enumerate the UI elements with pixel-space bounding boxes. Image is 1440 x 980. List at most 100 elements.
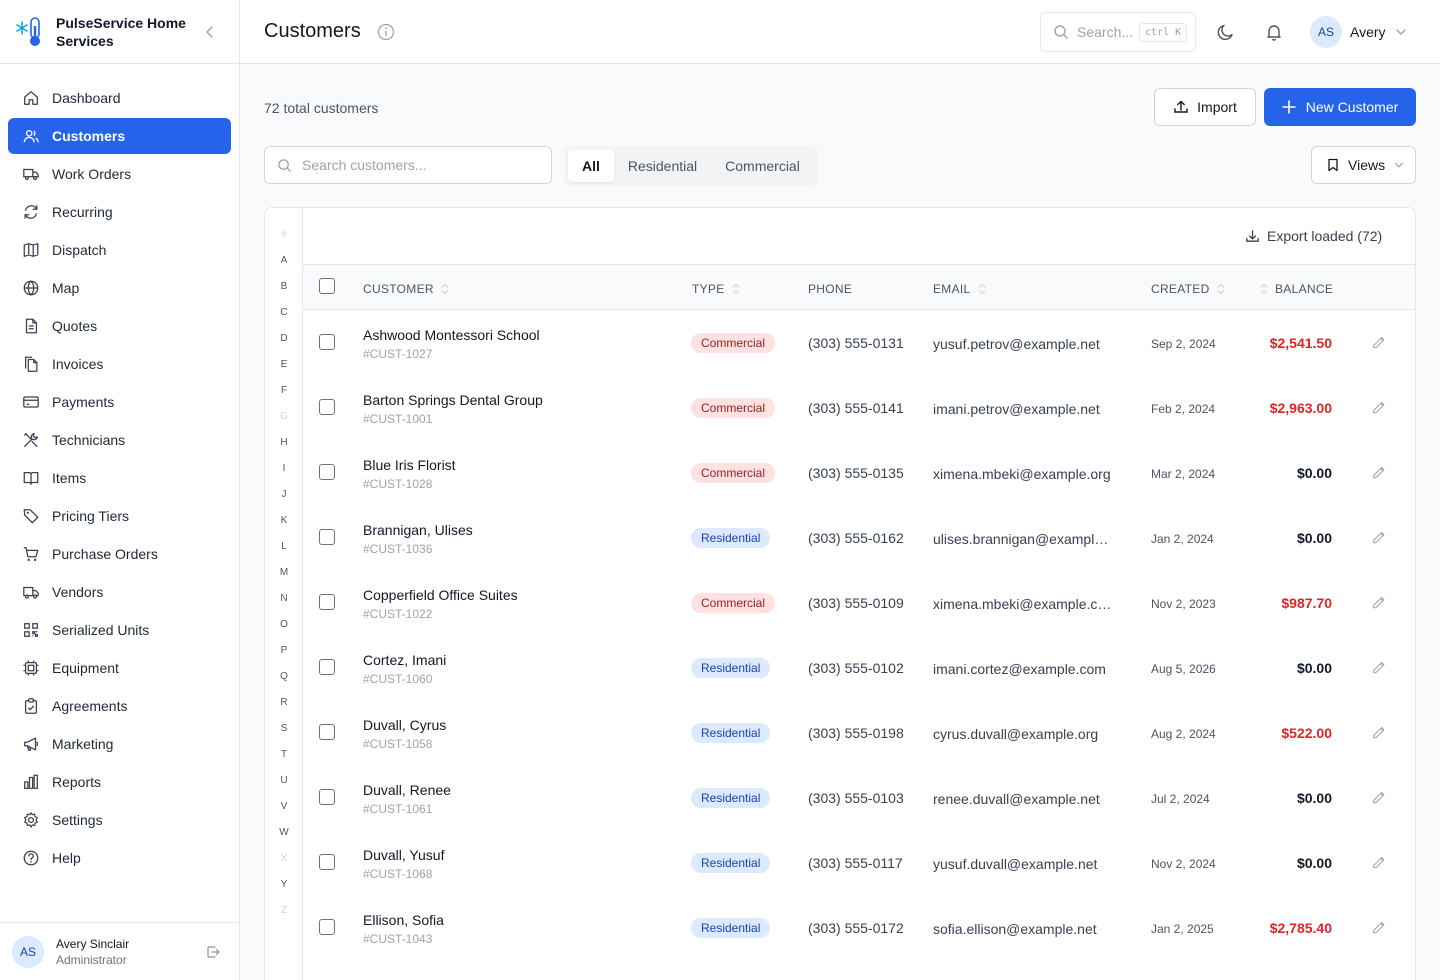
bell-icon[interactable] [1264,22,1284,42]
alphabet-letter[interactable]: J [265,489,303,500]
moon-icon[interactable] [1216,22,1236,42]
avatar[interactable]: AS [12,935,44,968]
row-checkbox[interactable] [319,919,335,935]
table-row[interactable]: Duvall, Yusuf #CUST-1068 Residential (303) … [303,830,1415,895]
table-row[interactable]: Duvall, Renee #CUST-1061 Residential (303) … [303,765,1415,830]
pencil-icon[interactable] [1371,529,1387,545]
global-search-input[interactable]: Search... ctrl K [1040,12,1196,52]
alphabet-letter[interactable]: B [265,281,303,292]
pencil-icon[interactable] [1371,464,1387,480]
table-row[interactable]: Duvall, Cyrus #CUST-1058 Residential (303) … [303,700,1415,765]
alphabet-letter[interactable]: K [265,515,303,526]
table-row[interactable]: Ellison, Sofia #CUST-1043 Residential (303)… [303,895,1415,960]
column-email[interactable]: EMAIL [933,282,987,296]
customer-name[interactable]: Cortez, Imani [363,652,446,668]
sidebar-item-equipment[interactable]: Equipment [8,650,231,686]
alphabet-letter[interactable]: C [265,307,303,318]
alphabet-letter[interactable]: R [265,697,303,708]
pencil-icon[interactable] [1371,399,1387,415]
row-checkbox[interactable] [319,724,335,740]
row-checkbox[interactable] [319,659,335,675]
alphabet-letter[interactable]: E [265,359,303,370]
alphabet-letter[interactable]: W [265,827,303,838]
customer-name[interactable]: Blue Iris Florist [363,457,456,473]
customer-name[interactable]: Copperfield Office Suites [363,587,518,603]
table-row[interactable]: Ashwood Montessori School #CUST-1027 Comme… [303,310,1415,375]
customer-name[interactable]: Duvall, Renee [363,782,451,798]
alphabet-letter[interactable]: I [265,463,303,474]
sidebar-item-payments[interactable]: Payments [8,384,231,420]
alphabet-letter[interactable]: D [265,333,303,344]
row-checkbox[interactable] [319,529,335,545]
row-checkbox[interactable] [319,399,335,415]
sidebar-item-customers[interactable]: Customers [8,118,231,154]
alphabet-letter[interactable]: S [265,723,303,734]
alphabet-letter[interactable]: L [265,541,303,552]
import-button[interactable]: Import [1154,88,1256,126]
filter-all[interactable]: All [568,150,614,182]
sidebar-item-items[interactable]: Items [8,460,231,496]
pencil-icon[interactable] [1371,854,1387,870]
user-menu[interactable]: AS Avery [1310,16,1408,48]
customer-name[interactable]: Ellison, Sofia [363,912,444,928]
sidebar-item-recurring[interactable]: Recurring [8,194,231,230]
table-row[interactable]: Copperfield Office Suites #CUST-1022 Comme… [303,570,1415,635]
alphabet-letter[interactable]: Y [265,879,303,890]
sidebar-item-technicians[interactable]: Technicians [8,422,231,458]
table-row[interactable]: Barton Springs Dental Group #CUST-1001 Com… [303,375,1415,440]
sidebar-item-work-orders[interactable]: Work Orders [8,156,231,192]
row-checkbox[interactable] [319,594,335,610]
alphabet-letter[interactable]: H [265,437,303,448]
sidebar-item-quotes[interactable]: Quotes [8,308,231,344]
alphabet-letter[interactable]: A [265,255,303,266]
sidebar-item-agreements[interactable]: Agreements [8,688,231,724]
sidebar-item-help[interactable]: Help [8,840,231,876]
customer-name[interactable]: Barton Springs Dental Group [363,392,543,408]
new-customer-button[interactable]: New Customer [1264,88,1416,126]
pencil-icon[interactable] [1371,334,1387,350]
info-icon[interactable] [377,23,395,41]
row-checkbox[interactable] [319,464,335,480]
table-row[interactable]: Cortez, Imani #CUST-1060 Residential (303) … [303,635,1415,700]
filter-residential[interactable]: Residential [614,150,711,182]
alphabet-letter[interactable]: V [265,801,303,812]
customer-name[interactable]: Duvall, Yusuf [363,847,444,863]
sidebar-item-marketing[interactable]: Marketing [8,726,231,762]
alphabet-letter[interactable]: P [265,645,303,656]
sidebar-item-dashboard[interactable]: Dashboard [8,80,231,116]
pencil-icon[interactable] [1371,789,1387,805]
collapse-sidebar-icon[interactable] [203,24,217,40]
row-checkbox[interactable] [319,854,335,870]
customer-search-input[interactable]: Search customers... [264,146,552,184]
table-row[interactable]: Blue Iris Florist #CUST-1028 Commercial (30… [303,440,1415,505]
alphabet-letter[interactable]: O [265,619,303,630]
sidebar-item-settings[interactable]: Settings [8,802,231,838]
sidebar-item-reports[interactable]: Reports [8,764,231,800]
alphabet-letter[interactable]: Q [265,671,303,682]
filter-commercial[interactable]: Commercial [711,150,814,182]
customer-name[interactable]: Duvall, Cyrus [363,717,446,733]
sidebar-item-vendors[interactable]: Vendors [8,574,231,610]
pencil-icon[interactable] [1371,594,1387,610]
sidebar-item-purchase-orders[interactable]: Purchase Orders [8,536,231,572]
pencil-icon[interactable] [1371,724,1387,740]
alphabet-letter[interactable]: F [265,385,303,396]
alphabet-letter[interactable]: M [265,567,303,578]
export-button[interactable]: Export loaded (72) [1245,228,1382,244]
row-checkbox[interactable] [319,789,335,805]
sidebar-item-pricing-tiers[interactable]: Pricing Tiers [8,498,231,534]
sidebar-item-map[interactable]: Map [8,270,231,306]
logout-icon[interactable] [205,944,221,960]
sidebar-item-dispatch[interactable]: Dispatch [8,232,231,268]
select-all-checkbox[interactable] [319,278,335,294]
alphabet-letter[interactable]: T [265,749,303,760]
customer-name[interactable]: Brannigan, Ulises [363,522,473,538]
pencil-icon[interactable] [1371,919,1387,935]
column-created[interactable]: CREATED [1151,282,1226,296]
views-button[interactable]: Views [1311,146,1416,184]
column-customer[interactable]: CUSTOMER [363,282,450,296]
alphabet-letter[interactable]: N [265,593,303,604]
table-row[interactable]: Brannigan, Ulises #CUST-1036 Residential (3… [303,505,1415,570]
customer-name[interactable]: Ashwood Montessori School [363,327,540,343]
sidebar-item-serialized-units[interactable]: Serialized Units [8,612,231,648]
